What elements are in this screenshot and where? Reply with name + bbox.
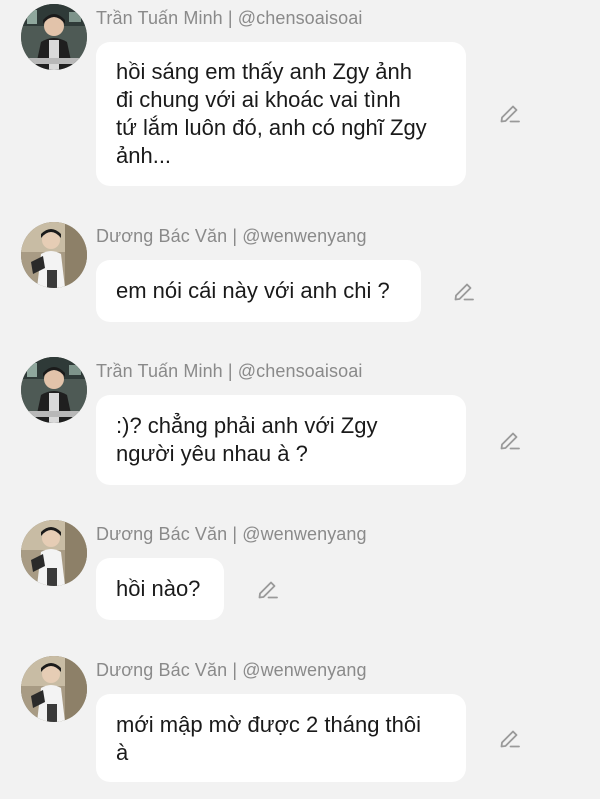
sender-name: Dương Bác Văn | @wenwenyang — [96, 226, 367, 246]
message-line: tứ lắm luôn đó, anh có nghĩ Zgy — [116, 115, 427, 140]
sender-name: Trần Tuấn Minh | @chensoaisoai — [96, 361, 363, 381]
avatar-tran-tuan-minh-icon — [21, 357, 87, 423]
avatar[interactable] — [21, 222, 87, 288]
message-line: người yêu nhau à ? — [116, 441, 308, 466]
message-line: em nói cái này với anh chi ? — [116, 278, 390, 303]
sender-name: Trần Tuấn Minh | @chensoaisoai — [96, 8, 363, 28]
avatar-duong-bac-van-icon — [21, 520, 87, 586]
message-bubble: hồi nào? — [96, 558, 224, 620]
avatar[interactable] — [21, 357, 87, 423]
message-item: Trần Tuấn Minh | @chensoaisoai hồi sáng … — [0, 0, 600, 190]
message-bubble: em nói cái này với anh chi ? — [96, 260, 421, 322]
message-item: Dương Bác Văn | @wenwenyang mới mập mờ đ… — [0, 652, 600, 792]
sender-name: Dương Bác Văn | @wenwenyang — [96, 524, 367, 544]
message-item: Dương Bác Văn | @wenwenyang hồi nào? — [0, 516, 600, 626]
message-bubble: :)? chẳng phải anh với Zgy người yêu nha… — [96, 395, 466, 485]
pencil-icon[interactable] — [452, 279, 476, 303]
message-item: Trần Tuấn Minh | @chensoaisoai :)? chẳng… — [0, 353, 600, 488]
message-line: mới mập mờ được 2 tháng thôi — [116, 712, 422, 737]
message-line: hồi nào? — [116, 576, 201, 601]
avatar[interactable] — [21, 520, 87, 586]
avatar[interactable] — [21, 656, 87, 722]
pencil-icon[interactable] — [256, 577, 280, 601]
avatar-tran-tuan-minh-icon — [21, 4, 87, 70]
sender-name: Dương Bác Văn | @wenwenyang — [96, 660, 367, 680]
avatar-duong-bac-van-icon — [21, 222, 87, 288]
message-item: Dương Bác Văn | @wenwenyang em nói cái n… — [0, 218, 600, 328]
avatar[interactable] — [21, 4, 87, 70]
pencil-icon[interactable] — [498, 726, 522, 750]
avatar-duong-bac-van-icon — [21, 656, 87, 722]
pencil-icon[interactable] — [498, 101, 522, 125]
message-line: đi chung với ai khoác vai tình — [116, 87, 401, 112]
message-line: à — [116, 740, 129, 765]
message-line: ảnh... — [116, 143, 172, 168]
message-bubble: mới mập mờ được 2 tháng thôi à — [96, 694, 466, 782]
pencil-icon[interactable] — [498, 428, 522, 452]
message-line: hồi sáng em thấy anh Zgy ảnh — [116, 59, 412, 84]
message-bubble: hồi sáng em thấy anh Zgy ảnh đi chung vớ… — [96, 42, 466, 186]
message-line: :)? chẳng phải anh với Zgy — [116, 413, 378, 438]
